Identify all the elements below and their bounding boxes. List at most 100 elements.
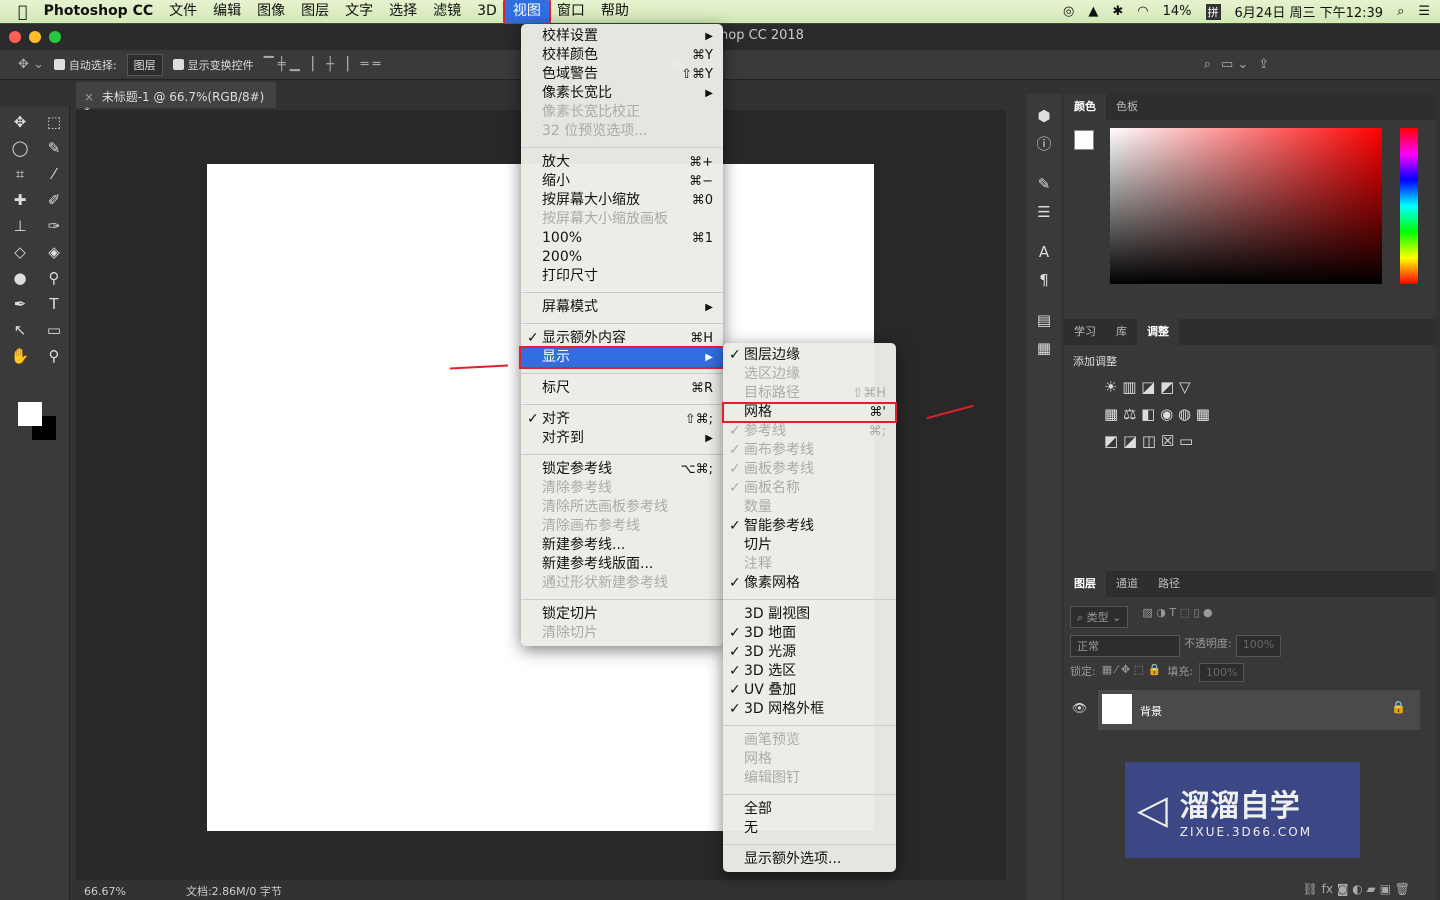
menu-item[interactable]: ✓ 像素网格 [723, 574, 896, 593]
tab-paths[interactable]: 路径 [1148, 571, 1190, 597]
tab-learn[interactable]: 学习 [1064, 319, 1106, 345]
menu-item[interactable]: 缩小 ⌘− [521, 172, 723, 191]
foreground-color-swatch[interactable] [1074, 130, 1094, 150]
stamp-tool-icon[interactable]: ⊥ [6, 214, 34, 238]
creative-cloud-icon[interactable]: ◎ [1063, 4, 1074, 19]
hand-tool-icon[interactable]: ✋ [6, 344, 34, 368]
show-transform-checkbox[interactable]: 显示变换控件 [172, 57, 254, 73]
adjustment-icons[interactable]: ☀ ▥ ◪ ◩ ▽ ▦ ⚖ ◧ ◉ ◍ ▦ ◩ ◪ ◫ ☒ ▭ [1104, 374, 1244, 455]
menu-8[interactable]: 视图 [502, 0, 551, 25]
minimize-button[interactable] [29, 31, 41, 43]
menu-item[interactable]: 网格 ⌘' [722, 402, 897, 423]
workspace-icon[interactable]: ▭ ⌄ [1221, 57, 1248, 72]
info-icon[interactable]: ⓘ [1030, 132, 1058, 156]
menu-item[interactable]: ✓ 智能参考线 [723, 517, 896, 536]
close-button[interactable] [9, 31, 21, 43]
app-menu[interactable]: Photoshop CC [36, 0, 162, 23]
zoom-tool-icon[interactable]: ⚲ [40, 344, 68, 368]
marquee-tool-icon[interactable]: ⬚ [40, 110, 68, 134]
move-tool-icon[interactable]: ✥ [6, 110, 34, 134]
zoom-button[interactable] [49, 31, 61, 43]
layer-name[interactable]: 背景 [1140, 703, 1162, 719]
menu-item[interactable]: 打印尺寸 [521, 267, 723, 286]
menu-item[interactable]: ✓ 显示额外内容 ⌘H [521, 329, 723, 348]
menu-item[interactable]: 显示额外选项... [723, 850, 896, 869]
layer-bottom-icons[interactable]: ⛓ fx ◙ ◐ ▰ ▣ 🗑 [1303, 882, 1410, 896]
menu-9[interactable]: 窗口 [549, 0, 593, 23]
menu-item[interactable]: ✓ 3D 地面 [723, 624, 896, 643]
menu-item[interactable]: 像素长宽比 ▶ [521, 84, 723, 103]
apple-icon[interactable]:  [0, 0, 36, 23]
spotlight-icon[interactable]: ⌕ [1397, 4, 1404, 19]
healing-brush-icon[interactable]: ✚ [6, 188, 34, 212]
menu-item[interactable]: ✓ UV 叠加 [723, 681, 896, 700]
menu-item[interactable]: 锁定切片 [521, 605, 723, 624]
tab-adjustments[interactable]: 调整 [1137, 319, 1179, 345]
menu-item[interactable]: 按屏幕大小缩放 ⌘0 [521, 191, 723, 210]
opacity-input[interactable]: 100% [1235, 635, 1282, 657]
clock[interactable]: 6月24日 周三 下午12:39 [1235, 2, 1384, 21]
3d-icon[interactable]: ⬢ [1030, 104, 1058, 128]
qq-icon[interactable]: ▲ [1088, 4, 1098, 19]
visibility-eye-icon[interactable]: 👁 [1072, 701, 1087, 715]
battery[interactable]: 14% [1163, 4, 1192, 19]
menu-5[interactable]: 选择 [381, 0, 425, 23]
align-icons[interactable]: ▔ ╪ ▁ ▏ ┼ ▕ ═ ═ [264, 57, 381, 72]
menu-item[interactable]: ✓ 3D 光源 [723, 643, 896, 662]
eraser-icon[interactable]: ◇ [6, 240, 34, 264]
notes-icon[interactable]: ▦ [1030, 336, 1058, 360]
menu-item[interactable]: 锁定参考线 ⌥⌘; [521, 460, 723, 479]
character-icon[interactable]: A [1030, 240, 1058, 264]
menu-item[interactable]: ✓ 3D 网格外框 [723, 700, 896, 719]
menu-item[interactable]: 放大 ⌘+ [521, 153, 723, 172]
menu-item[interactable]: 无 [723, 819, 896, 838]
menu-7[interactable]: 3D [469, 0, 505, 23]
menu-3[interactable]: 图层 [293, 0, 337, 23]
hue-slider[interactable] [1400, 128, 1418, 284]
menu-item[interactable]: 色域警告 ⇧⌘Y [521, 65, 723, 84]
tab-color[interactable]: 颜色 [1064, 94, 1106, 120]
menu-10[interactable]: 帮助 [593, 0, 637, 23]
auto-select-checkbox[interactable]: 自动选择: [53, 57, 117, 73]
share-icon[interactable]: ⇪ [1258, 57, 1269, 72]
foreground-background-swatches[interactable] [18, 402, 58, 442]
menu-4[interactable]: 文字 [337, 0, 381, 23]
menu-item[interactable]: 100% ⌘1 [521, 229, 723, 248]
paint-bucket-icon[interactable]: ◈ [40, 240, 68, 264]
menu-item[interactable]: 新建参考线版面... [521, 555, 723, 574]
filter-kind-dropdown[interactable]: ⌕ 类型 ⌄ [1070, 606, 1129, 628]
auto-select-dropdown[interactable]: 图层 [126, 53, 163, 76]
doc-info[interactable]: 文档:2.86M/0 字节 [186, 883, 282, 899]
menu-item[interactable]: ✓ 3D 选区 [723, 662, 896, 681]
move-tool-icon[interactable]: ✥ ⌄ [18, 57, 44, 72]
tab-channels[interactable]: 通道 [1106, 571, 1148, 597]
tab-swatches[interactable]: 色板 [1106, 94, 1148, 120]
menu-0[interactable]: 文件 [161, 0, 205, 23]
menu-item[interactable]: 校样颜色 ⌘Y [521, 46, 723, 65]
path-select-icon[interactable]: ↖ [6, 318, 34, 342]
menu-item[interactable]: 200% [521, 248, 723, 267]
brush-tool-icon[interactable]: ✐ [40, 188, 68, 212]
paragraph-icon[interactable]: ¶ [1030, 268, 1058, 292]
eyedropper-icon[interactable]: ⁄ [40, 162, 68, 186]
menu-item[interactable]: 对齐到 ▶ [521, 429, 723, 448]
menu-item[interactable]: 新建参考线... [521, 536, 723, 555]
brush-settings-icon[interactable]: ✎ [1030, 172, 1058, 196]
document-tab[interactable]: × 未标题-1 @ 66.7%(RGB/8#) * [76, 82, 276, 119]
rectangle-tool-icon[interactable]: ▭ [40, 318, 68, 342]
pen-tool-icon[interactable]: ✒ [6, 292, 34, 316]
blend-mode-dropdown[interactable]: 正常 [1070, 635, 1180, 657]
menu-item[interactable]: ✓ 对齐 ⇧⌘; [521, 410, 723, 429]
layer-filter-icons[interactable]: ▨ ◑ T ⬚ ▯ ● [1142, 606, 1212, 628]
menu-item[interactable]: 标尺 ⌘R [521, 379, 723, 398]
ime-icon[interactable]: 拼 [1205, 3, 1221, 20]
type-tool-icon[interactable]: T [40, 292, 68, 316]
lasso-tool-icon[interactable]: ◯ [6, 136, 34, 160]
zoom-level[interactable]: 66.67% [84, 885, 126, 898]
bluetooth-icon[interactable]: ✱ [1112, 4, 1123, 19]
fill-input[interactable]: 100% [1198, 663, 1245, 682]
crop-tool-icon[interactable]: ⌗ [6, 162, 34, 186]
history-brush-icon[interactable]: ✑ [40, 214, 68, 238]
menu-2[interactable]: 图像 [249, 0, 293, 23]
menu-item[interactable]: 显示 ▶ [519, 346, 725, 369]
